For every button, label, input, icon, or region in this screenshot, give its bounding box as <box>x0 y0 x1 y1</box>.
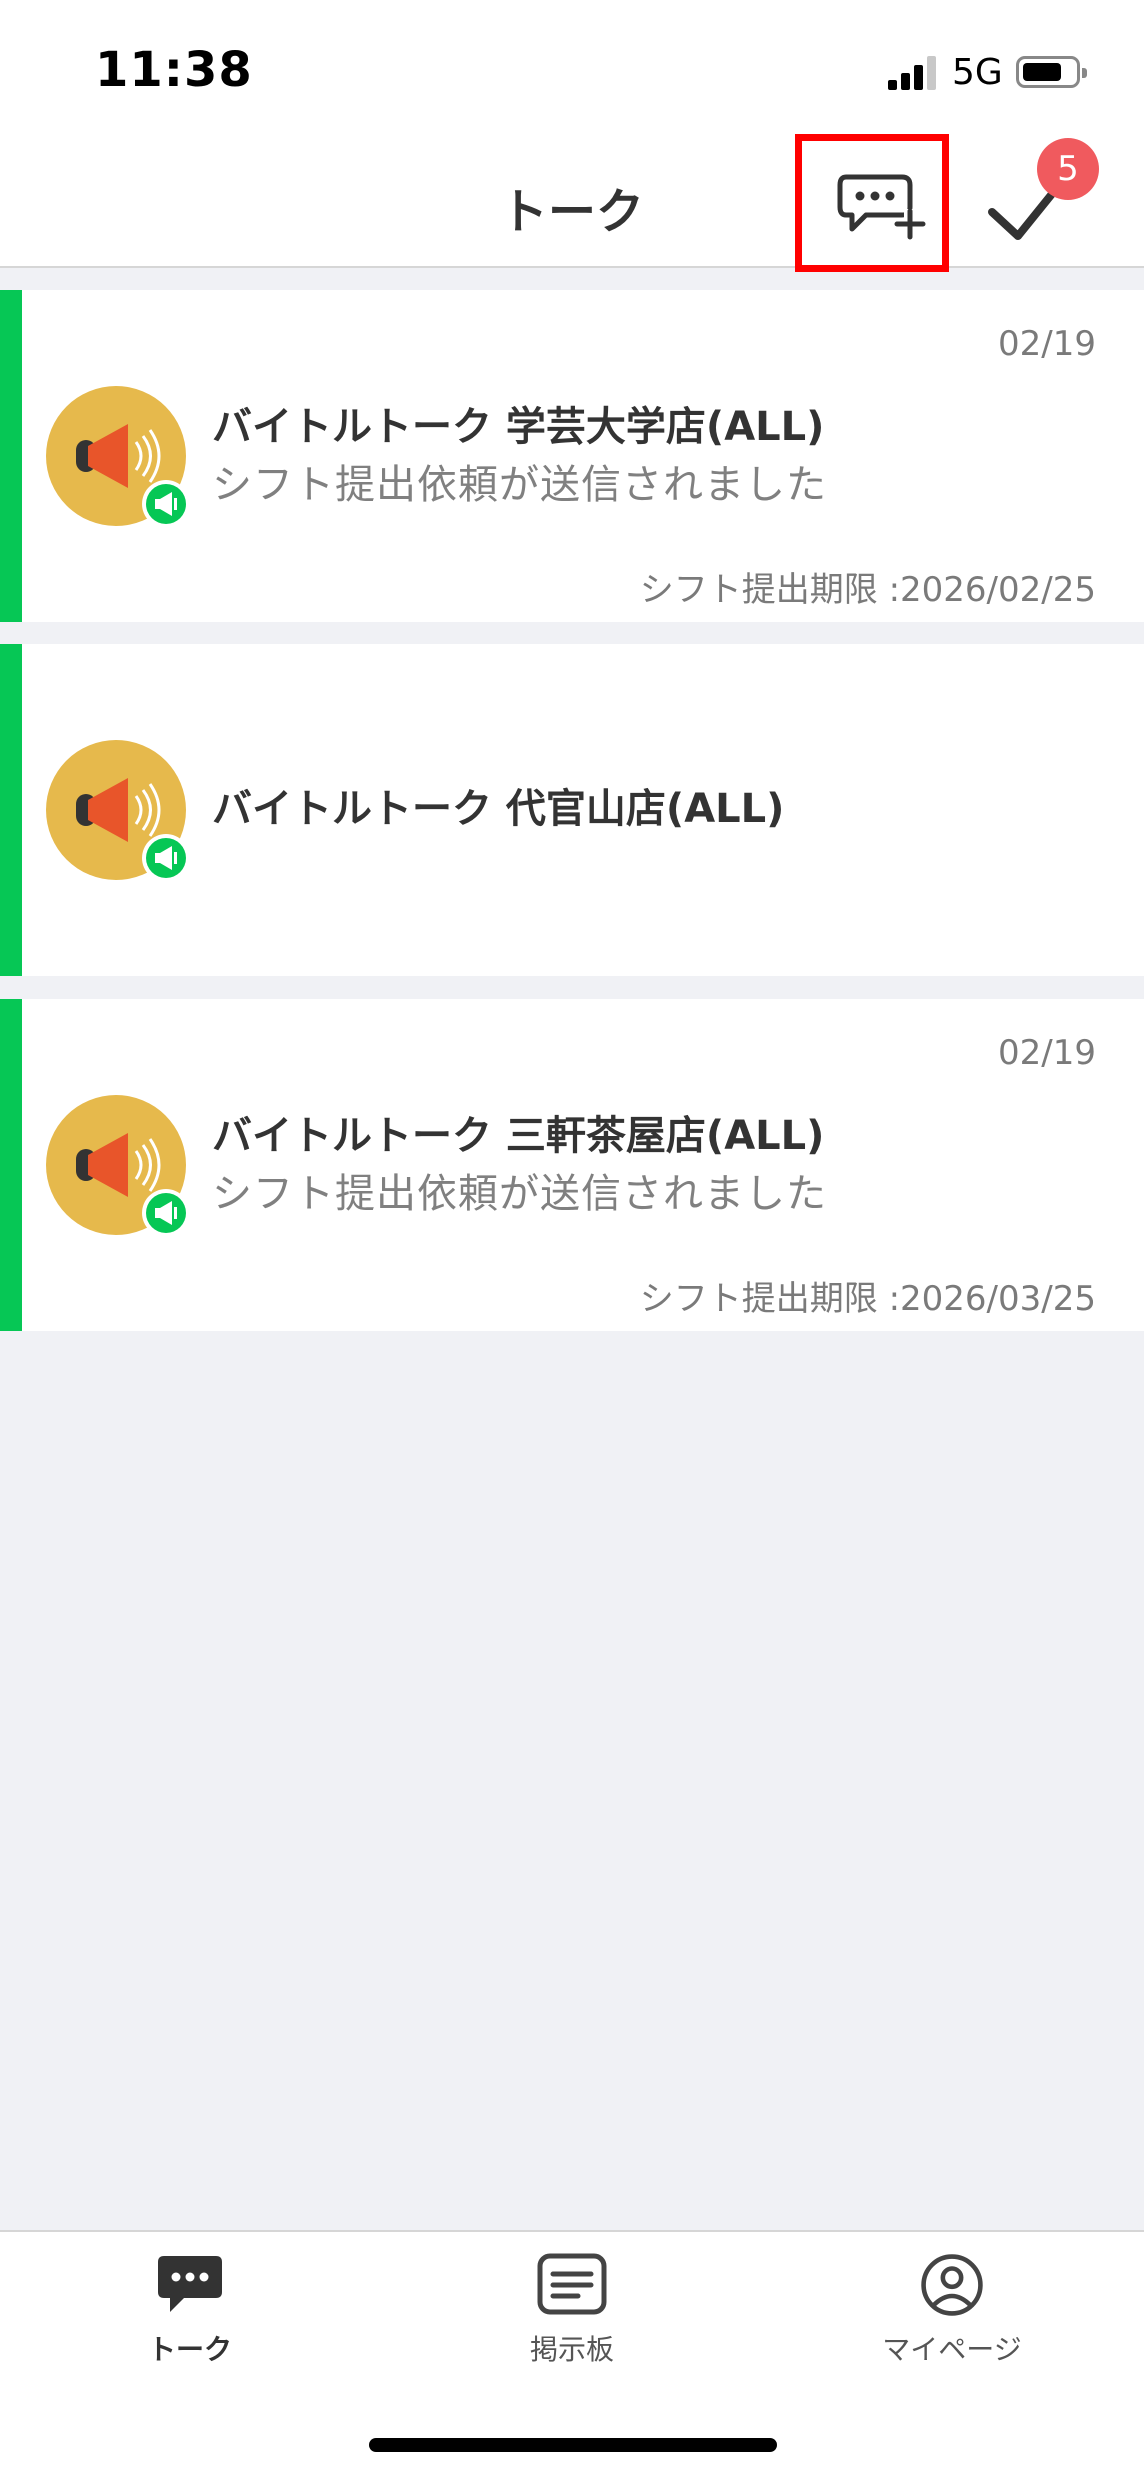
tab-board[interactable]: 掲示板 <box>422 2252 722 2402</box>
talk-name: バイトルトーク 代官山店(ALL) <box>212 786 785 832</box>
signal-icon <box>888 56 938 90</box>
talk-name: バイトルトーク 三軒茶屋店(ALL) <box>212 1113 825 1159</box>
talk-date: 02/19 <box>998 1033 1096 1073</box>
nav-bar: トーク 5 <box>0 130 1144 272</box>
tab-label: 掲示板 <box>529 2333 614 2366</box>
shift-deadline: シフト提出期限 :2026/02/25 <box>639 570 1096 610</box>
notification-badge: 5 <box>1037 138 1099 200</box>
unread-indicator <box>0 999 22 1331</box>
unread-indicator <box>0 644 22 976</box>
page-title: トーク <box>499 184 644 240</box>
chat-bubble-icon <box>158 2256 222 2312</box>
user-circle-icon <box>921 2254 983 2316</box>
megaphone-avatar-icon <box>46 386 188 528</box>
shift-deadline: シフト提出期限 :2026/03/25 <box>639 1279 1096 1319</box>
board-icon <box>537 2253 607 2315</box>
talk-date: 02/19 <box>998 324 1096 364</box>
battery-icon <box>1016 56 1087 88</box>
talk-message: シフト提出依頼が送信されました <box>212 1171 827 1217</box>
talk-item[interactable]: 02/19 バイトルトーク 学芸大学店(ALL) シフト提出依頼が送信されました… <box>0 290 1144 622</box>
status-time: 11:38 <box>95 42 253 98</box>
talk-item[interactable]: バイトルトーク 代官山店(ALL) <box>0 644 1144 976</box>
talk-name: バイトルトーク 学芸大学店(ALL) <box>212 404 825 450</box>
network-label: 5G <box>952 52 1003 93</box>
status-bar: 11:38 5G <box>0 0 1144 130</box>
megaphone-avatar-icon <box>46 1095 188 1237</box>
tab-label: マイページ <box>882 2333 1022 2366</box>
new-chat-button[interactable] <box>795 134 949 272</box>
tab-talk[interactable]: トーク <box>40 2252 340 2402</box>
tab-label: トーク <box>147 2333 232 2366</box>
tab-mypage[interactable]: マイページ <box>802 2252 1102 2402</box>
talk-item[interactable]: 02/19 バイトルトーク 三軒茶屋店(ALL) シフト提出依頼が送信されました… <box>0 999 1144 1331</box>
unread-indicator <box>0 290 22 622</box>
talk-message: シフト提出依頼が送信されました <box>212 462 827 508</box>
home-indicator <box>369 2438 777 2452</box>
megaphone-avatar-icon <box>46 740 188 882</box>
chat-plus-icon <box>837 174 926 240</box>
